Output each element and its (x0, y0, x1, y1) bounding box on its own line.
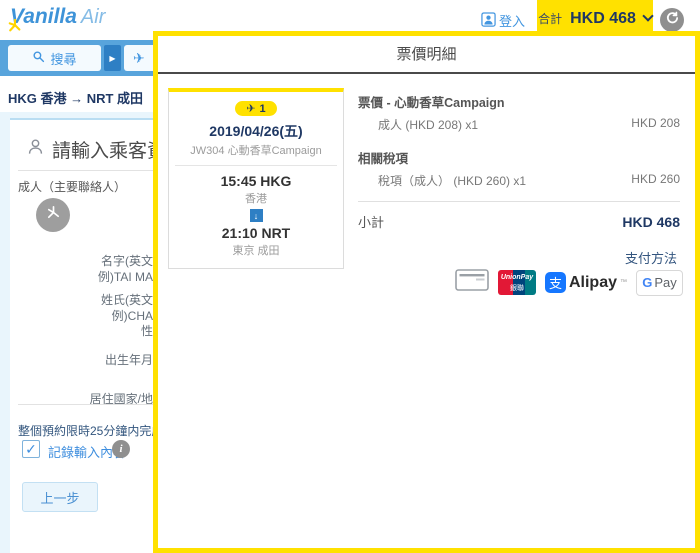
down-arrow-icon: ↓ (254, 211, 259, 221)
tax-title: 相關稅項 (358, 148, 680, 167)
user-badge-icon (481, 12, 496, 30)
departure-time: 15:45 HKG (175, 173, 337, 189)
refresh-button[interactable] (660, 8, 684, 32)
refresh-icon (665, 11, 679, 30)
tax-line-amount: HKD 260 (631, 172, 680, 189)
fare-breakdown: 票價 - 心動香草Campaign 成人 (HKD 208) x1 HKD 20… (358, 92, 680, 231)
flight-summary-card: ✈ 1 2019/04/26(五) JW304 心動香草Campaign 15:… (168, 88, 344, 269)
search-label: 搜尋 (50, 49, 76, 68)
alipay-wordmark: Alipay (569, 274, 617, 292)
birthdate-label: 出生年月 (10, 351, 153, 368)
alipay-icon: 支 Alipay ™ (545, 272, 627, 293)
info-icon[interactable]: i (112, 440, 130, 458)
check-icon: ✓ (25, 441, 37, 458)
arrival-time: 21:10 NRT (175, 225, 337, 241)
gpay-icon: G Pay (636, 270, 683, 296)
login-label: 登入 (499, 11, 525, 30)
payment-methods-icons: UnionPay 銀聯 支 Alipay ™ G Pay (455, 268, 683, 297)
back-button[interactable]: 上一步 (22, 482, 98, 512)
fare-line-adult: 成人 (HKD 208) x1 HKD 208 (358, 116, 680, 133)
subtotal-row: 小計 HKD 468 (358, 212, 680, 231)
alipay-trademark: ™ (620, 279, 627, 286)
gpay-pay: Pay (654, 275, 676, 290)
gpay-g: G (642, 275, 652, 290)
credit-card-icon (455, 268, 489, 297)
fare-line-label: 成人 (HKD 208) x1 (378, 116, 478, 133)
step-arrow-button[interactable]: ▶ (104, 45, 121, 71)
unionpay-cjk-text: 銀聯 (498, 283, 536, 293)
vanilla-air-logo[interactable]: Vanilla Air (10, 5, 105, 29)
airplane-icon: ✈ (246, 102, 255, 115)
person-icon (26, 137, 45, 162)
flight-date: 2019/04/26(五) (175, 121, 337, 141)
alipay-mark: 支 (545, 272, 566, 293)
tax-line-label: 稅項（成人） (HKD 260) x1 (378, 172, 526, 189)
arrival-city: 東京 成田 (175, 242, 337, 258)
adult-contact-label: 成人（主要聯絡人） (18, 178, 126, 195)
route-heading: HKG 香港 → NRT 成田 (8, 88, 143, 107)
search-button[interactable]: 搜尋 (8, 45, 101, 71)
logo-sparkle-icon (8, 19, 22, 38)
chevron-down-icon (642, 10, 653, 21)
airplane-icon: ✈ (133, 50, 145, 67)
subtotal-amount: HKD 468 (622, 214, 680, 230)
flight-badge-count: 1 (260, 103, 266, 115)
unionpay-icon: UnionPay 銀聯 (498, 270, 536, 295)
fare-panel-title: 票價明細 (158, 36, 695, 74)
tax-line-adult: 稅項（成人） (HKD 260) x1 HKD 260 (358, 172, 680, 189)
last-name-label: 姓氏(英文 (10, 291, 153, 308)
departure-city: 香港 (175, 190, 337, 206)
payment-methods-title: 支付方法 (625, 248, 677, 267)
fare-line-amount: HKD 208 (631, 116, 680, 133)
fare-title: 票價 - 心動香草Campaign (358, 92, 680, 111)
direct-flight-arrow-icon: ↓ (250, 209, 263, 222)
avatar (36, 198, 70, 232)
total-value: HKD 468 (570, 10, 636, 28)
search-icon (32, 50, 45, 66)
flight-count-badge: ✈ 1 (235, 101, 276, 116)
total-label: 合計 (538, 10, 562, 27)
first-name-hint: 例)TAI MA (10, 268, 153, 285)
remember-checkbox[interactable]: ✓ (22, 440, 40, 458)
logo-text-air: Air (81, 6, 105, 29)
divider (175, 165, 337, 166)
unionpay-text: UnionPay (498, 274, 536, 281)
divider (358, 201, 680, 202)
vanilla-air-booking-screen: Vanilla Air 登入 合計 HKD 468 搜尋 (0, 0, 700, 553)
fare-details-panel: 票價明細 ✈ 1 2019/04/26(五) JW304 心動香草Campaig… (153, 31, 700, 553)
subtotal-label: 小計 (358, 212, 384, 231)
gender-label: 性 (10, 322, 153, 339)
play-icon: ▶ (109, 54, 115, 63)
vanilla-sparkle-icon (46, 205, 61, 225)
flight-number: JW304 心動香草Campaign (175, 142, 337, 158)
login-button[interactable]: 登入 (481, 11, 525, 30)
first-name-label: 名字(英文 (10, 252, 153, 269)
